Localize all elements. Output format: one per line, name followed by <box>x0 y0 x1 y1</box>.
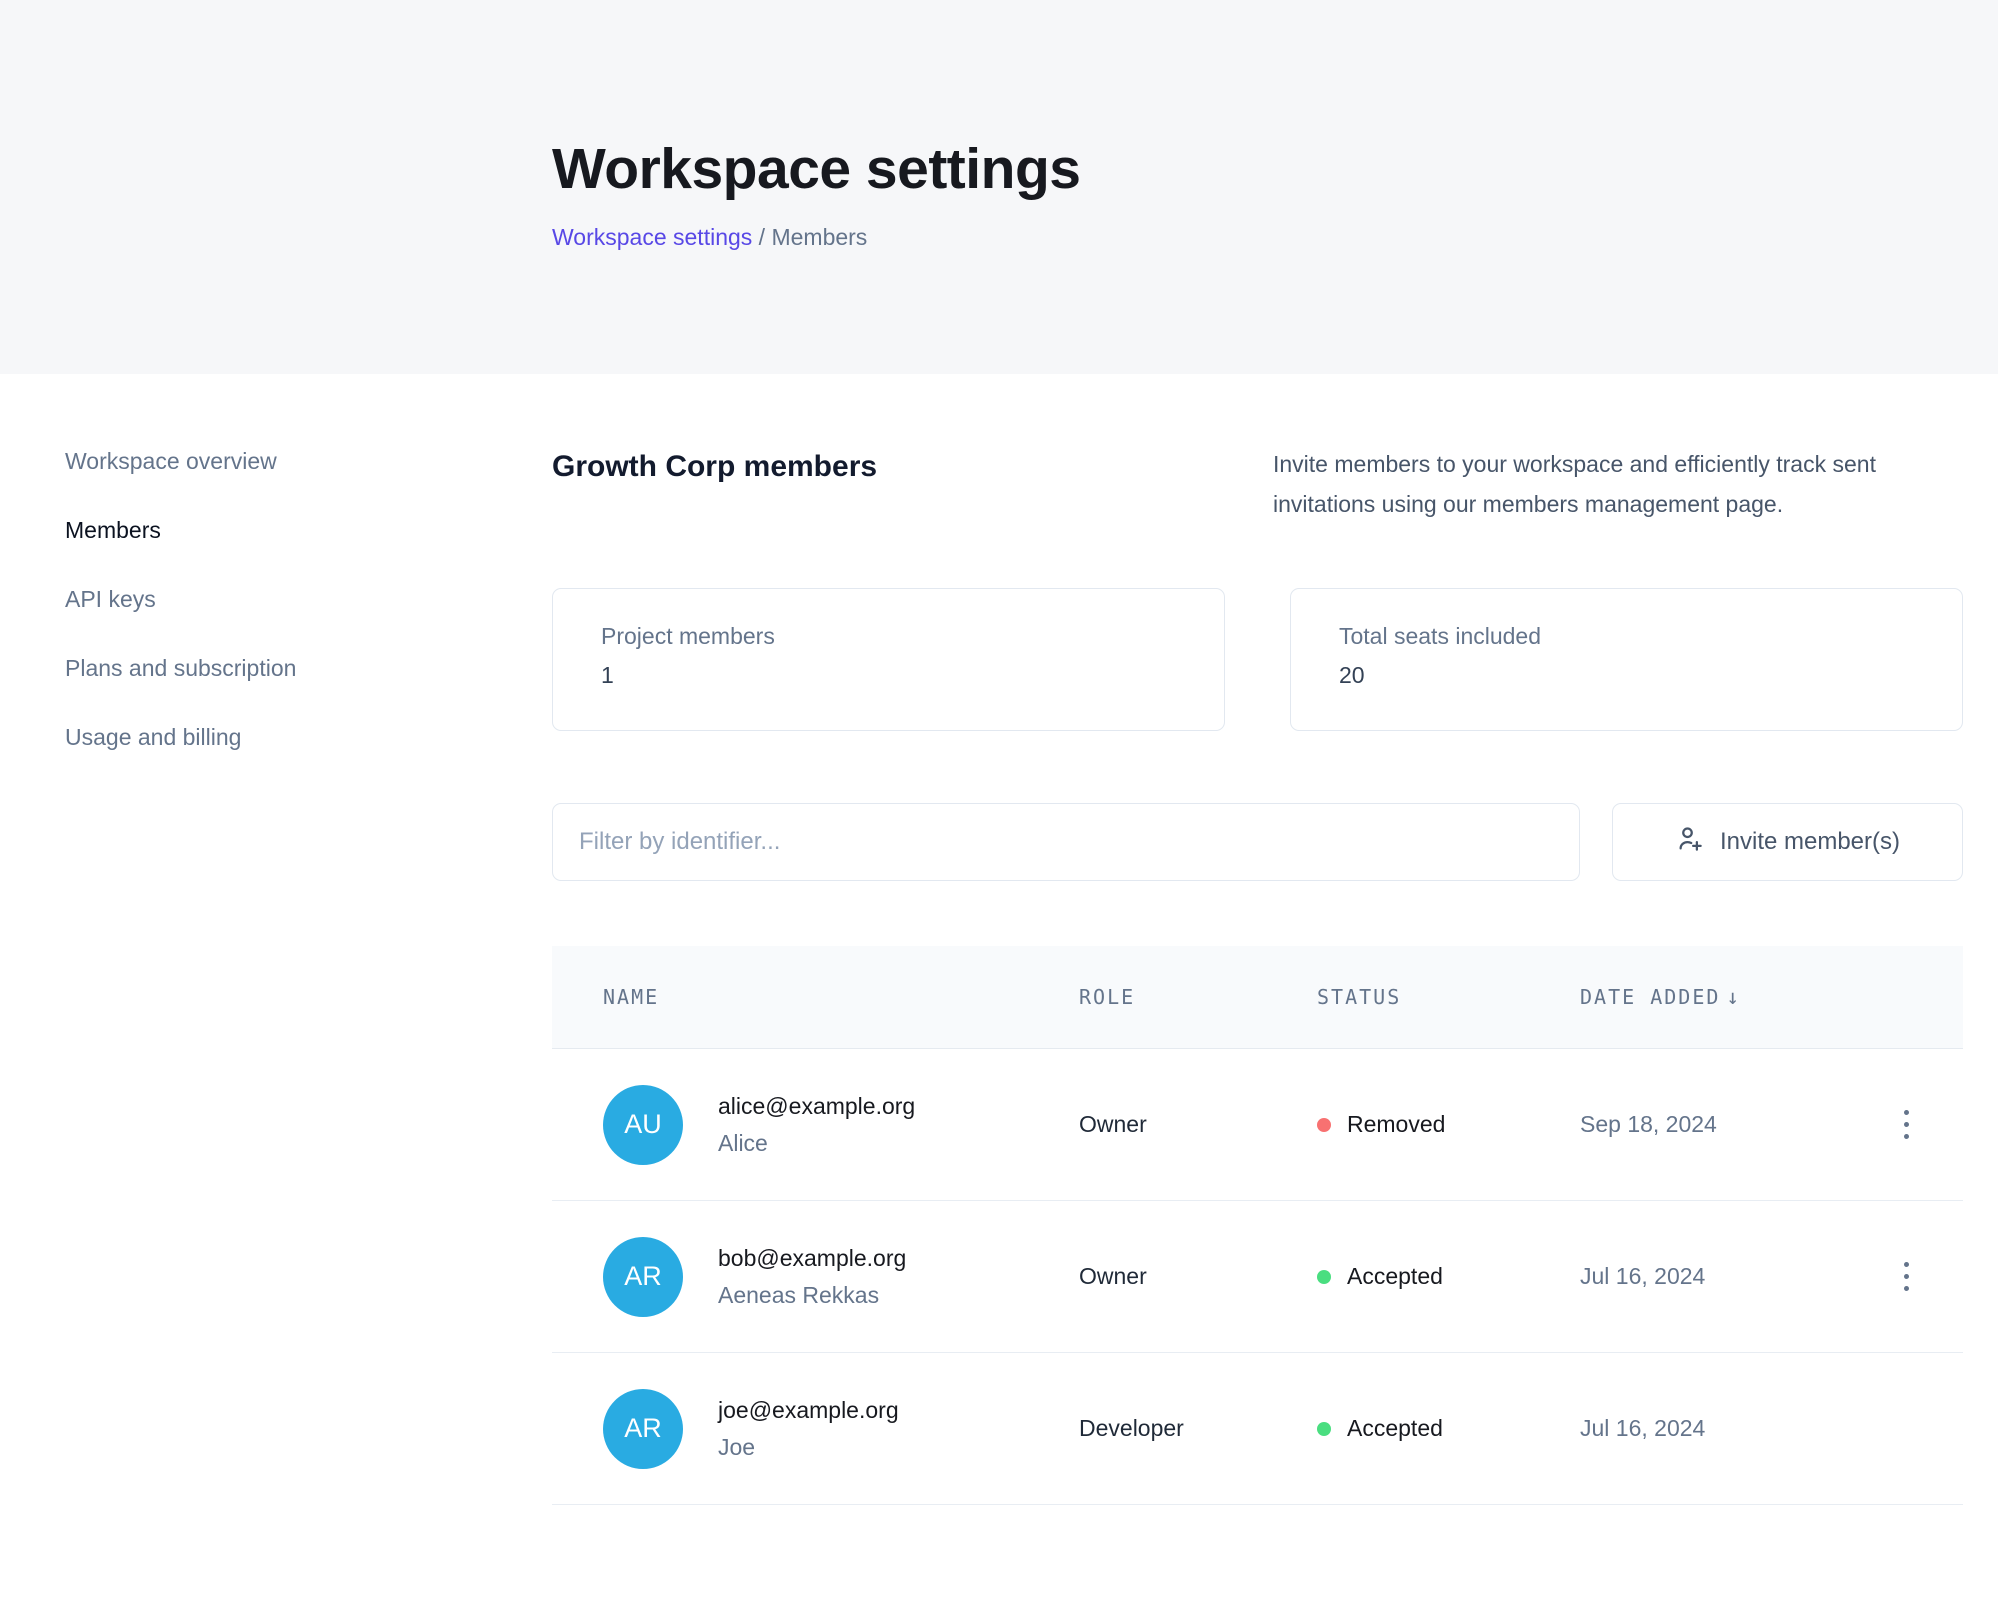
members-description: Invite members to your workspace and eff… <box>1273 444 1963 524</box>
table-row: AU alice@example.org Alice Owner Removed… <box>552 1049 1963 1201</box>
status-label: Removed <box>1347 1111 1445 1138</box>
table-row: AR joe@example.org Joe Developer Accepte… <box>552 1353 1963 1505</box>
member-email: alice@example.org <box>718 1093 915 1120</box>
row-menu-button[interactable] <box>1893 1256 1919 1297</box>
breadcrumb-link-workspace-settings[interactable]: Workspace settings <box>552 224 752 250</box>
table-row: AR bob@example.org Aeneas Rekkas Owner A… <box>552 1201 1963 1353</box>
member-date-added: Jul 16, 2024 <box>1580 1263 1893 1290</box>
status-label: Accepted <box>1347 1263 1443 1290</box>
person-plus-icon <box>1675 824 1705 861</box>
invite-members-label: Invite member(s) <box>1720 828 1900 856</box>
stat-card-project-members: Project members 1 <box>552 588 1225 731</box>
stat-label: Total seats included <box>1339 623 1962 650</box>
stat-label: Project members <box>601 623 1224 650</box>
sidebar-item-workspace-overview[interactable]: Workspace overview <box>65 448 552 475</box>
sidebar-item-usage-and-billing[interactable]: Usage and billing <box>65 724 552 751</box>
avatar: AR <box>603 1237 683 1317</box>
column-header-date-added[interactable]: DATE ADDED↓ <box>1580 985 1893 1009</box>
member-email: bob@example.org <box>718 1245 906 1272</box>
members-table: NAME ROLE STATUS DATE ADDED↓ AU alice@ex… <box>552 946 1963 1505</box>
sidebar-item-plans-and-subscription[interactable]: Plans and subscription <box>65 655 552 682</box>
status-dot <box>1317 1422 1331 1436</box>
status-label: Accepted <box>1347 1415 1443 1442</box>
member-role: Developer <box>1079 1415 1317 1442</box>
member-name: Alice <box>718 1130 915 1157</box>
status-dot <box>1317 1270 1331 1284</box>
page-title: Workspace settings <box>552 136 1998 202</box>
stat-value: 1 <box>601 662 1224 689</box>
sidebar-item-members[interactable]: Members <box>65 517 552 544</box>
member-role: Owner <box>1079 1111 1317 1138</box>
breadcrumb-separator: / <box>759 224 772 250</box>
status-dot <box>1317 1118 1331 1132</box>
column-header-role: ROLE <box>1079 985 1317 1009</box>
filter-input[interactable] <box>552 803 1580 881</box>
breadcrumb: Workspace settings / Members <box>552 224 1998 251</box>
member-date-added: Jul 16, 2024 <box>1580 1415 1893 1442</box>
stats-row: Project members 1 Total seats included 2… <box>552 588 1963 731</box>
page-header: Workspace settings Workspace settings / … <box>0 0 1998 374</box>
table-header-row: NAME ROLE STATUS DATE ADDED↓ <box>552 946 1963 1049</box>
avatar: AU <box>603 1085 683 1165</box>
stat-value: 20 <box>1339 662 1962 689</box>
row-menu-button[interactable] <box>1893 1104 1919 1145</box>
stat-card-total-seats: Total seats included 20 <box>1290 588 1963 731</box>
members-heading: Growth Corp members <box>552 444 877 484</box>
settings-sidebar: Workspace overview Members API keys Plan… <box>0 374 552 1505</box>
member-name: Aeneas Rekkas <box>718 1282 906 1309</box>
member-date-added: Sep 18, 2024 <box>1580 1111 1893 1138</box>
members-panel: Growth Corp members Invite members to yo… <box>552 374 1963 1505</box>
invite-members-button[interactable]: Invite member(s) <box>1612 803 1963 881</box>
column-header-name: NAME <box>603 985 1079 1009</box>
member-name: Joe <box>718 1434 899 1461</box>
breadcrumb-current: Members <box>771 224 867 250</box>
avatar: AR <box>603 1389 683 1469</box>
member-email: joe@example.org <box>718 1397 899 1424</box>
column-header-status: STATUS <box>1317 985 1580 1009</box>
member-role: Owner <box>1079 1263 1317 1290</box>
sidebar-item-api-keys[interactable]: API keys <box>65 586 552 613</box>
sort-descending-icon: ↓ <box>1726 985 1741 1009</box>
